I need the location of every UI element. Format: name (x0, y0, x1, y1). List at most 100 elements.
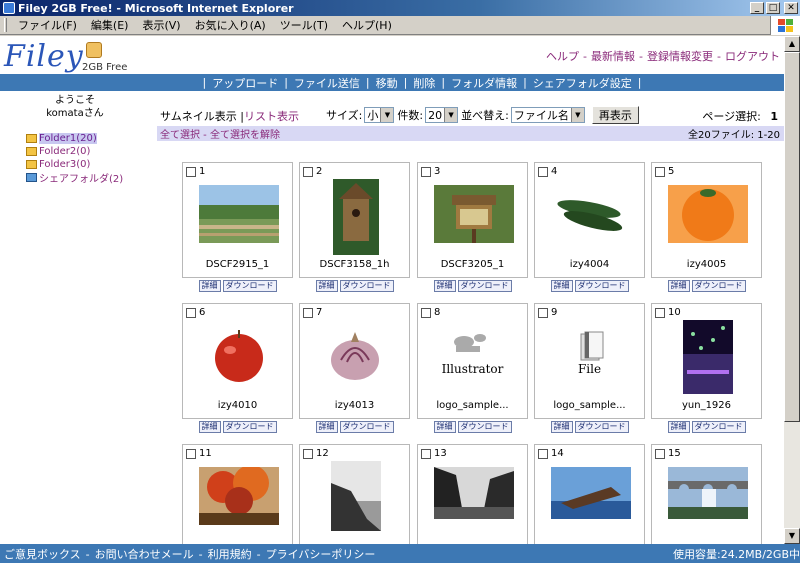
download-button[interactable]: ダウンロード (574, 280, 629, 292)
nav-delete[interactable]: 削除 (413, 75, 435, 91)
nav-upload[interactable]: アップロード (212, 75, 278, 91)
night-lights-photo[interactable] (683, 320, 733, 394)
file-card[interactable]: 15 (651, 444, 762, 544)
detail-button[interactable]: 詳細 (198, 280, 221, 292)
detail-button[interactable]: 詳細 (667, 280, 690, 292)
nav-folder-info[interactable]: フォルダ情報 (451, 75, 517, 91)
file-select-checkbox[interactable] (655, 449, 665, 459)
detail-button[interactable]: 詳細 (315, 421, 338, 433)
feedback-link[interactable]: ご意見ボックス (4, 548, 81, 561)
file-card[interactable]: 8 Illustrator logo_sample... (417, 303, 528, 419)
size-select[interactable]: 小 ▼ (364, 107, 395, 123)
download-button[interactable]: ダウンロード (574, 421, 629, 433)
file-select-checkbox[interactable] (421, 167, 431, 177)
close-button[interactable]: ✕ (784, 2, 798, 14)
file-card[interactable]: 14 (534, 444, 645, 544)
logout-link[interactable]: ログアウト (725, 50, 780, 63)
maximize-button[interactable]: □ (766, 2, 780, 14)
autumn-tree-photo[interactable] (199, 467, 279, 525)
file-card[interactable]: 3 DSCF3205_1 (417, 162, 528, 278)
apple-photo[interactable] (204, 326, 274, 384)
file-select-checkbox[interactable] (303, 167, 313, 177)
scroll-thumb[interactable] (784, 52, 800, 422)
folder-item-2[interactable]: Folder2(0) (26, 145, 123, 158)
download-button[interactable]: ダウンロード (339, 280, 394, 292)
file-card[interactable]: 11 (182, 444, 293, 544)
download-button[interactable]: ダウンロード (691, 421, 746, 433)
list-view-link[interactable]: リスト表示 (244, 110, 299, 123)
download-button[interactable]: ダウンロード (691, 280, 746, 292)
file-select-checkbox[interactable] (186, 308, 196, 318)
file-select-checkbox[interactable] (655, 308, 665, 318)
menu-favorites[interactable]: お気に入り(A) (188, 17, 273, 33)
file-select-checkbox[interactable] (303, 308, 313, 318)
help-link[interactable]: ヘルプ (546, 50, 579, 63)
detail-button[interactable]: 詳細 (433, 421, 456, 433)
contact-link[interactable]: お問い合わせメール (95, 548, 194, 561)
file-card[interactable]: 12 (299, 444, 410, 544)
vertical-scrollbar[interactable]: ▲ ▼ (784, 36, 800, 544)
folder-item-shared[interactable]: シェアフォルダ(2) (26, 171, 123, 185)
orange-photo[interactable] (668, 185, 748, 243)
file-card[interactable]: 7 izy4013 (299, 303, 410, 419)
file-select-checkbox[interactable] (186, 167, 196, 177)
account-edit-link[interactable]: 登録情報変更 (647, 50, 713, 63)
folder-item-1[interactable]: Folder1(20) (26, 132, 123, 145)
birdhouse-photo[interactable] (333, 179, 379, 255)
sort-select[interactable]: ファイル名 ▼ (510, 107, 585, 123)
file-select-checkbox[interactable] (538, 308, 548, 318)
coast-bw-photo[interactable] (331, 461, 381, 531)
file-select-checkbox[interactable] (538, 449, 548, 459)
count-select[interactable]: 20 ▼ (425, 107, 459, 123)
deselect-all-link[interactable]: 全て選択を解除 (210, 130, 280, 141)
file-card[interactable]: 13 (417, 444, 528, 544)
download-button[interactable]: ダウンロード (457, 280, 512, 292)
minimize-button[interactable]: _ (750, 2, 764, 14)
file-card[interactable]: 5 izy4005 (651, 162, 762, 278)
refresh-button[interactable]: 再表示 (591, 106, 639, 124)
download-button[interactable]: ダウンロード (222, 421, 277, 433)
file-card[interactable]: 6 izy4010 (182, 303, 293, 419)
file-select-checkbox[interactable] (186, 449, 196, 459)
onion-photo[interactable] (321, 326, 391, 384)
select-all-link[interactable]: 全て選択 (160, 130, 200, 141)
file-card[interactable]: 4 izy4004 (534, 162, 645, 278)
scroll-up-button[interactable]: ▲ (784, 36, 800, 52)
terms-link[interactable]: 利用規約 (208, 548, 252, 561)
file-card[interactable]: 9 File logo_sample... (534, 303, 645, 419)
detail-button[interactable]: 詳細 (550, 280, 573, 292)
detail-button[interactable]: 詳細 (433, 280, 456, 292)
scroll-down-button[interactable]: ▼ (784, 528, 800, 544)
file-card[interactable]: 2 DSCF3158_1h (299, 162, 410, 278)
detail-button[interactable]: 詳細 (667, 421, 690, 433)
file-select-checkbox[interactable] (421, 449, 431, 459)
file-select-checkbox[interactable] (421, 308, 431, 318)
menu-view[interactable]: 表示(V) (135, 17, 187, 33)
cave-bw-photo[interactable] (434, 467, 514, 519)
detail-button[interactable]: 詳細 (550, 421, 573, 433)
privacy-link[interactable]: プライバシーポリシー (266, 548, 376, 561)
detail-button[interactable]: 詳細 (198, 421, 221, 433)
shipwreck-photo[interactable] (551, 467, 631, 519)
cucumber-photo[interactable] (551, 185, 631, 243)
landscape-photo[interactable] (199, 185, 279, 243)
nav-move[interactable]: 移動 (376, 75, 398, 91)
detail-button[interactable]: 詳細 (315, 280, 338, 292)
waterfall-bridge-photo[interactable] (668, 467, 748, 519)
download-button[interactable]: ダウンロード (457, 421, 512, 433)
file-select-checkbox[interactable] (538, 167, 548, 177)
menu-edit[interactable]: 編集(E) (84, 17, 136, 33)
nav-share-settings[interactable]: シェアフォルダ設定 (533, 75, 632, 91)
menu-help[interactable]: ヘルプ(H) (335, 17, 399, 33)
menu-file[interactable]: ファイル(F) (11, 17, 84, 33)
file-select-checkbox[interactable] (303, 449, 313, 459)
download-button[interactable]: ダウンロード (339, 421, 394, 433)
news-link[interactable]: 最新情報 (591, 50, 635, 63)
file-card[interactable]: 10 yun_1926 (651, 303, 762, 419)
nav-send-file[interactable]: ファイル送信 (294, 75, 360, 91)
file-card[interactable]: 1 DSCF2915_1 (182, 162, 293, 278)
download-button[interactable]: ダウンロード (222, 280, 277, 292)
page-1-link[interactable]: 1 (770, 110, 778, 123)
file-select-checkbox[interactable] (655, 167, 665, 177)
birdfeeder-photo[interactable] (434, 185, 514, 243)
